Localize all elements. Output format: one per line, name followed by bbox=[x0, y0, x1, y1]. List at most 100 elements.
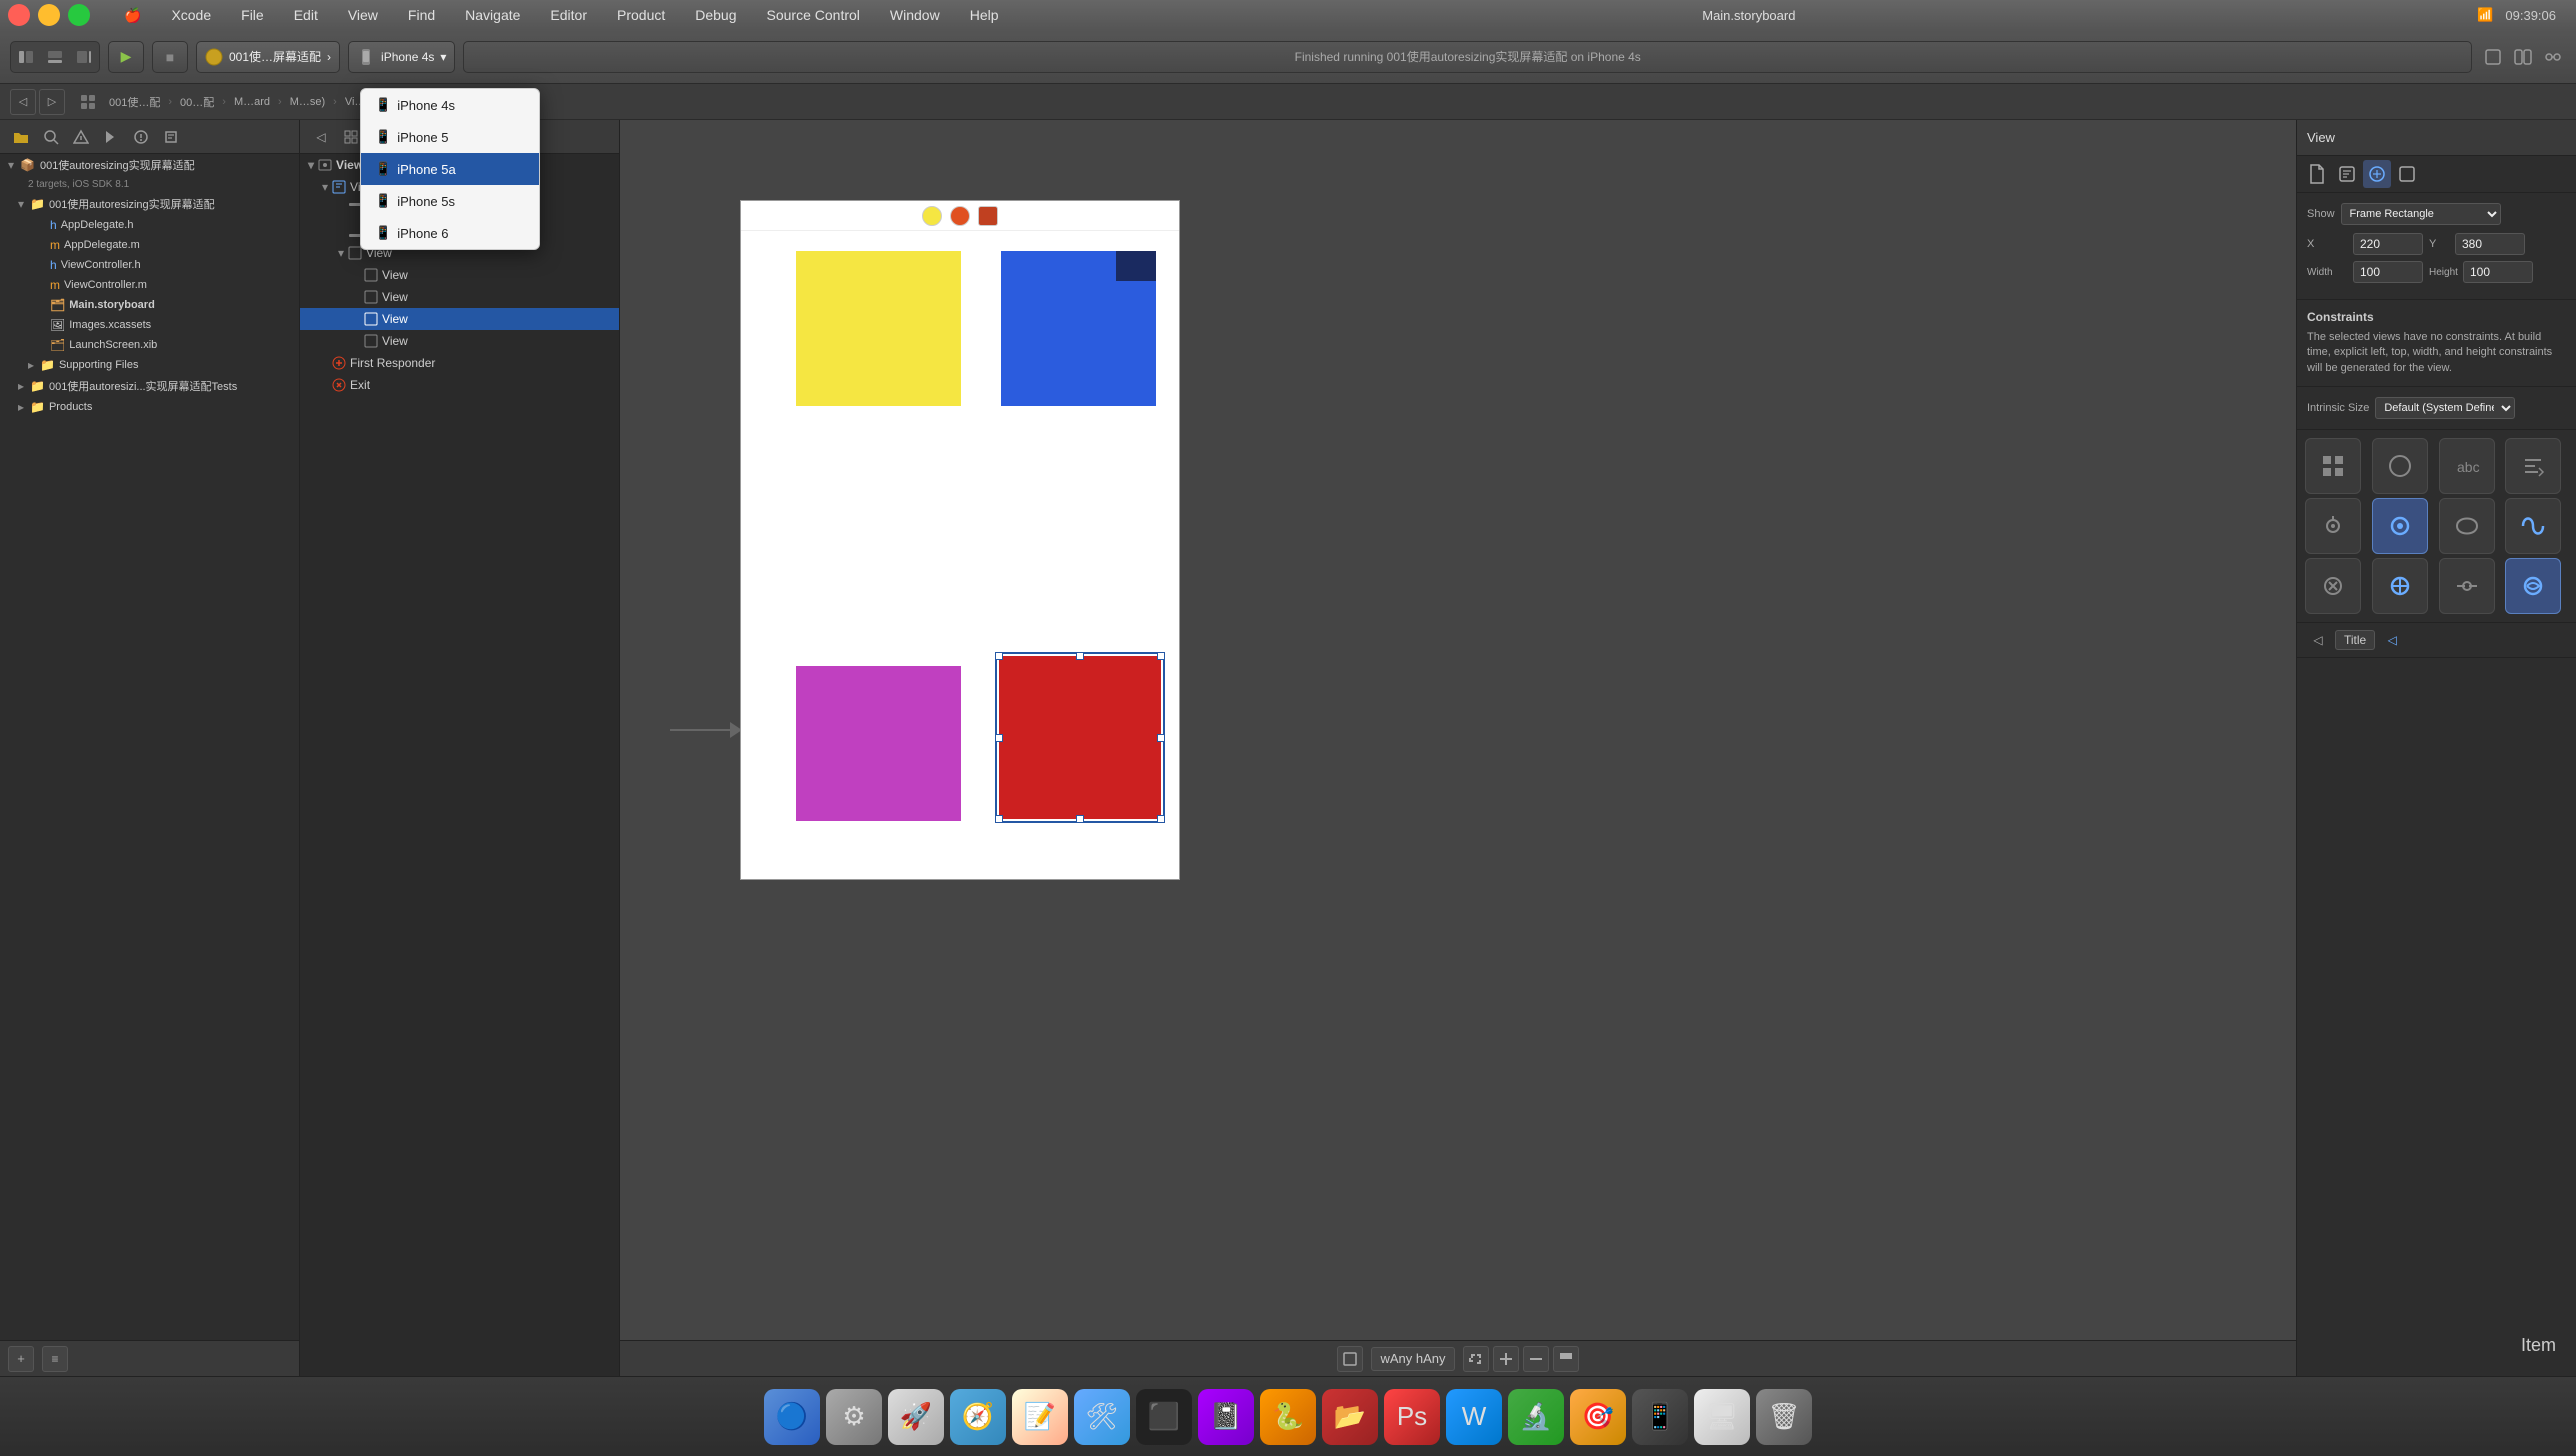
stop-button[interactable]: ■ bbox=[152, 41, 188, 73]
dock-safari[interactable]: 🧭 bbox=[950, 1389, 1006, 1445]
outline-exit[interactable]: ▾ Exit bbox=[300, 374, 619, 396]
canvas-zoom-out[interactable] bbox=[1523, 1346, 1549, 1372]
intrinsic-select[interactable]: Default (System Defined) bbox=[2375, 397, 2515, 419]
inspector-icon-10[interactable] bbox=[2372, 558, 2428, 614]
editor-version[interactable] bbox=[2540, 44, 2566, 70]
outline-view-2[interactable]: ▾ View bbox=[300, 286, 619, 308]
handle-tl[interactable] bbox=[995, 652, 1003, 660]
handle-bm[interactable] bbox=[1076, 815, 1084, 823]
inspector-icon-5[interactable] bbox=[2305, 498, 2361, 554]
inspector-icon-1[interactable] bbox=[2305, 438, 2361, 494]
dock-terminal[interactable]: ⬛ bbox=[1136, 1389, 1192, 1445]
dock-onenote[interactable]: 📓 bbox=[1198, 1389, 1254, 1445]
toggle-inspector[interactable] bbox=[71, 44, 97, 70]
triangle-vc-scene[interactable]: ▾ bbox=[308, 158, 314, 172]
breadcrumb-forward[interactable]: ▷ bbox=[39, 89, 65, 115]
triangle-vc[interactable]: ▾ bbox=[322, 180, 328, 194]
file-appdelegate-m[interactable]: m AppDelegate.m bbox=[0, 235, 299, 255]
menu-editor[interactable]: Editor bbox=[544, 3, 593, 27]
apple-menu[interactable]: 🍎 bbox=[118, 3, 147, 28]
dock-app2[interactable]: 🎯 bbox=[1570, 1389, 1626, 1445]
menu-file[interactable]: File bbox=[235, 3, 270, 27]
menu-debug[interactable]: Debug bbox=[689, 3, 742, 27]
breadcrumb-1[interactable]: 00…配 bbox=[176, 92, 218, 112]
handle-tr[interactable] bbox=[1157, 652, 1165, 660]
menu-edit[interactable]: Edit bbox=[288, 3, 324, 27]
window-controls[interactable] bbox=[8, 4, 90, 26]
group-main[interactable]: 📁 001使用autoresizing实现屏幕适配 bbox=[0, 193, 299, 215]
y-input[interactable] bbox=[2455, 233, 2525, 255]
vc-scene-canvas[interactable] bbox=[740, 200, 1180, 880]
inspector-icon-8[interactable] bbox=[2505, 498, 2561, 554]
menu-xcode[interactable]: Xcode bbox=[165, 3, 217, 27]
outline-view-3[interactable]: ▾ View bbox=[300, 330, 619, 352]
file-main-storyboard[interactable]: 🗂 Main.storyboard bbox=[0, 295, 299, 315]
dock-adobe[interactable]: Ps bbox=[1384, 1389, 1440, 1445]
canvas-zoom-in[interactable] bbox=[1493, 1346, 1519, 1372]
minimize-button[interactable] bbox=[38, 4, 60, 26]
handle-br[interactable] bbox=[1157, 815, 1165, 823]
inspector-icon-3[interactable]: abc bbox=[2439, 438, 2495, 494]
canvas-arrange[interactable] bbox=[1553, 1346, 1579, 1372]
navigator-search-icon[interactable] bbox=[38, 124, 64, 150]
dropdown-iphone5a[interactable]: 📱 iPhone 5a bbox=[361, 153, 539, 185]
next-icon[interactable]: ◁ bbox=[2379, 627, 2405, 653]
folder-supporting-files[interactable]: 📁 Supporting Files bbox=[0, 355, 299, 375]
filter-button[interactable]: ≡ bbox=[42, 1346, 68, 1372]
tree-expand-supporting[interactable] bbox=[28, 358, 40, 372]
outline-view-selected[interactable]: ▾ View bbox=[300, 308, 619, 330]
dock-trash[interactable]: 🗑 bbox=[1756, 1389, 1812, 1445]
rect-red[interactable] bbox=[999, 656, 1161, 819]
menu-window[interactable]: Window bbox=[884, 3, 946, 27]
add-file-button[interactable]: + bbox=[8, 1346, 34, 1372]
folder-tests[interactable]: 📁 001使用autoresizi...实现屏幕适配Tests bbox=[0, 375, 299, 397]
canvas-fit-btn[interactable] bbox=[1337, 1346, 1363, 1372]
file-viewcontroller-h[interactable]: h ViewController.h bbox=[0, 255, 299, 275]
width-input[interactable] bbox=[2353, 261, 2423, 283]
x-input[interactable] bbox=[2353, 233, 2423, 255]
inspector-icon-9[interactable] bbox=[2305, 558, 2361, 614]
inspector-tab-quick[interactable] bbox=[2333, 160, 2361, 188]
dock-simulator[interactable]: 📱 bbox=[1632, 1389, 1688, 1445]
report-icon[interactable] bbox=[128, 124, 154, 150]
menu-source-control[interactable]: Source Control bbox=[761, 3, 866, 27]
inspector-icon-12[interactable] bbox=[2505, 558, 2561, 614]
editor-assistant[interactable] bbox=[2510, 44, 2536, 70]
outline-first-responder[interactable]: ▾ First Responder bbox=[300, 352, 619, 374]
scheme-selector[interactable]: 001使…屏幕适配 › bbox=[196, 41, 340, 73]
file-appdelegate-h[interactable]: h AppDelegate.h bbox=[0, 215, 299, 235]
canvas-zoom-fit[interactable] bbox=[1463, 1346, 1489, 1372]
handle-bl[interactable] bbox=[995, 815, 1003, 823]
dock-notes[interactable]: 📝 bbox=[1012, 1389, 1068, 1445]
dock-python[interactable]: 🐍 bbox=[1260, 1389, 1316, 1445]
dock-filezilla[interactable]: 📂 bbox=[1322, 1389, 1378, 1445]
folder-products[interactable]: 📁 Products bbox=[0, 397, 299, 417]
dock-settings[interactable]: ⚙ bbox=[826, 1389, 882, 1445]
menu-navigate[interactable]: Navigate bbox=[459, 3, 526, 27]
editor-standard[interactable] bbox=[2480, 44, 2506, 70]
file-launchscreen[interactable]: 🗂 LaunchScreen.xib bbox=[0, 335, 299, 355]
inspector-icon-6[interactable] bbox=[2372, 498, 2428, 554]
outline-back[interactable]: ◁ bbox=[308, 124, 334, 150]
rect-yellow[interactable] bbox=[796, 251, 961, 406]
dock-word[interactable]: W bbox=[1446, 1389, 1502, 1445]
menu-find[interactable]: Find bbox=[402, 3, 441, 27]
breadcrumb-3[interactable]: M…se) bbox=[286, 94, 329, 110]
inspector-icon-2[interactable] bbox=[2372, 438, 2428, 494]
dropdown-iphone4s[interactable]: 📱 iPhone 4s bbox=[361, 89, 539, 121]
menu-product[interactable]: Product bbox=[611, 3, 671, 27]
toggle-debug[interactable] bbox=[42, 44, 68, 70]
breadcrumb-back[interactable]: ◁ bbox=[10, 89, 36, 115]
menu-help[interactable]: Help bbox=[964, 3, 1005, 27]
handle-tm[interactable] bbox=[1076, 652, 1084, 660]
file-viewcontroller-m[interactable]: m ViewController.m bbox=[0, 275, 299, 295]
breadcrumb-0[interactable]: 001使…配 bbox=[105, 92, 164, 112]
dock-finder2[interactable]: 🖥 bbox=[1694, 1389, 1750, 1445]
project-root[interactable]: 📦 001使autoresizing实现屏幕适配 bbox=[0, 154, 299, 176]
height-input[interactable] bbox=[2463, 261, 2533, 283]
menu-view[interactable]: View bbox=[342, 3, 384, 27]
rect-blue[interactable] bbox=[1001, 251, 1156, 406]
maximize-button[interactable] bbox=[68, 4, 90, 26]
inspector-icon-7[interactable] bbox=[2439, 498, 2495, 554]
dock-xcode[interactable]: 🛠 bbox=[1074, 1389, 1130, 1445]
